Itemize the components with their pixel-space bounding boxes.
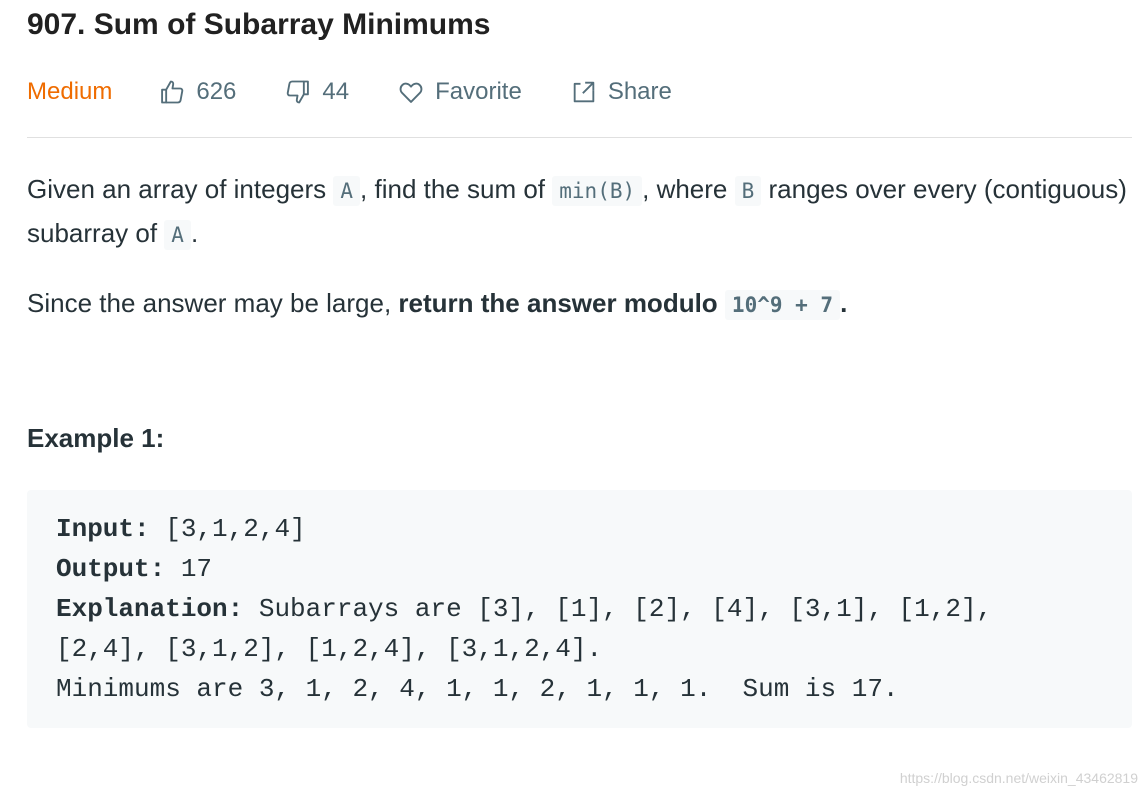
output-label: Output: [56, 554, 166, 584]
explanation-line: Minimums are 3, 1, 2, 4, 1, 1, 2, 1, 1, … [56, 674, 899, 704]
share-label: Share [607, 78, 672, 105]
desc-text: , where [642, 174, 735, 204]
inline-code: min(B) [552, 176, 643, 206]
input-value: [3,1,2,4] [149, 514, 306, 544]
desc-text: , find the sum of [360, 174, 553, 204]
dislike-count: 44 [322, 78, 350, 105]
explanation-label: Explanation: [56, 594, 244, 624]
share-icon [570, 78, 598, 106]
inline-code: A [164, 220, 191, 250]
header-divider [27, 137, 1132, 138]
example-code-block: Input: [3,1,2,4] Output: 17 Explanation:… [27, 490, 1132, 728]
favorite-button[interactable]: Favorite [397, 78, 522, 106]
favorite-label: Favorite [435, 78, 522, 105]
input-label: Input: [56, 514, 150, 544]
watermark: https://blog.csdn.net/weixin_43462819 [899, 770, 1138, 786]
like-button[interactable]: 626 [158, 78, 236, 106]
example-pre: Input: [3,1,2,4] Output: 17 Explanation:… [56, 509, 992, 709]
difficulty-badge: Medium [27, 78, 113, 105]
problem-description: Given an array of integers A, find the s… [27, 168, 1132, 352]
heart-icon [397, 78, 425, 106]
desc-text: . [840, 288, 848, 318]
desc-text: Since the answer may be large, [27, 288, 399, 318]
problem-title: 907. Sum of Subarray Minimums [27, 8, 491, 41]
thumbs-up-icon [158, 78, 186, 106]
explanation-line: Subarrays are [3], [1], [2], [4], [3,1],… [243, 594, 993, 624]
inline-code: A [333, 176, 361, 206]
thumbs-down-icon [284, 78, 312, 106]
dislike-button[interactable]: 44 [284, 78, 349, 106]
share-button[interactable]: Share [570, 78, 672, 106]
example-title: Example 1: [27, 423, 165, 453]
output-value: 17 [165, 554, 213, 584]
inline-code: B [734, 176, 762, 206]
desc-bold-text: return the answer modulo [398, 288, 725, 318]
desc-text: Given an array of integers [27, 174, 334, 204]
description-paragraph: Since the answer may be large, return th… [27, 282, 1132, 326]
problem-meta-bar: Medium 626 44 Favorite Share [27, 74, 1132, 110]
desc-text: . [190, 218, 199, 248]
description-paragraph: Given an array of integers A, find the s… [27, 168, 1132, 256]
like-count: 626 [196, 78, 237, 105]
explanation-line: [2,4], [3,1,2], [1,2,4], [3,1,2,4]. [56, 634, 603, 664]
inline-code: 10^9 + 7 [724, 290, 841, 320]
